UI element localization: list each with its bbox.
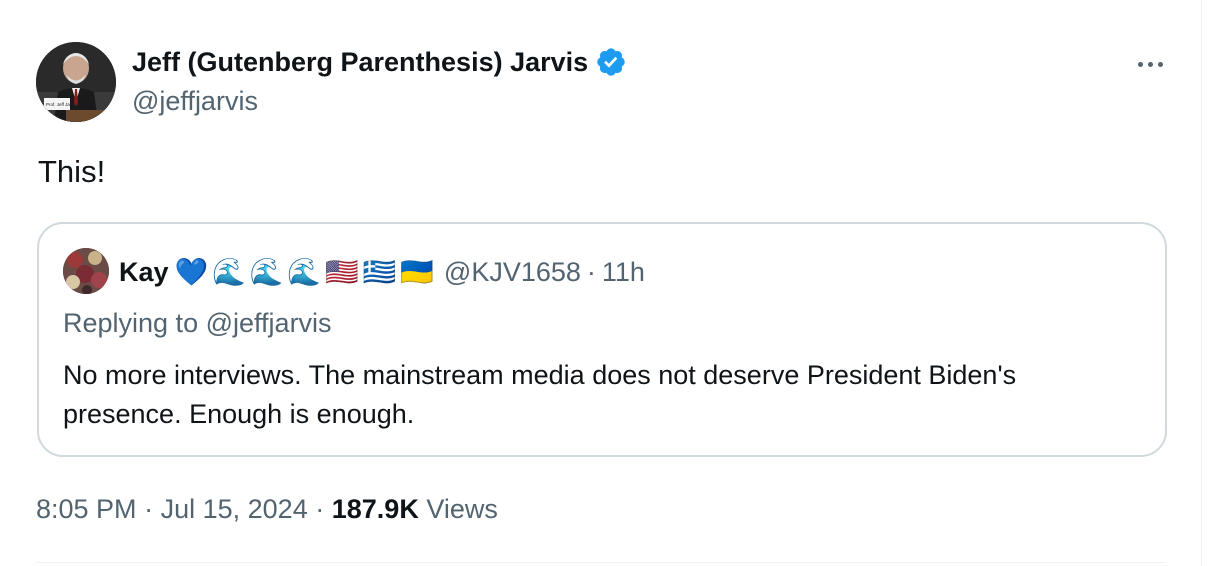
quoted-tweet[interactable]: Kay 💙 🌊 🌊 🌊 🇺🇸 🇬🇷 🇺🇦 @KJV1658 · 11h Repl… <box>37 222 1167 457</box>
wave-emoji: 🌊 <box>249 257 284 287</box>
tweet-text: This! <box>38 154 106 189</box>
quoted-header: Kay 💙 🌊 🌊 🌊 🇺🇸 🇬🇷 🇺🇦 @KJV1658 · 11h <box>119 254 645 290</box>
avatar-caption: Prof. Jeff Jarvis <box>46 102 78 107</box>
views-count: 187.9K <box>331 494 419 524</box>
blue-heart-emoji: 💙 <box>174 257 209 287</box>
wave-emoji: 🌊 <box>212 257 246 287</box>
greece-flag-emoji: 🇬🇷 <box>362 257 397 287</box>
more-horizontal-icon <box>1147 61 1153 67</box>
more-horizontal-icon <box>1157 61 1163 67</box>
replying-to-line: Replying to @jeffjarvis <box>63 308 332 339</box>
author-handle[interactable]: @jeffjarvis <box>132 86 258 117</box>
author-name-text[interactable]: Jeff (Gutenberg Parenthesis) Jarvis <box>132 47 588 78</box>
quoted-author-avatar[interactable] <box>63 248 109 294</box>
author-avatar-image: Prof. Jeff Jarvis <box>36 42 116 122</box>
verified-badge-icon <box>597 48 625 76</box>
wave-emoji: 🌊 <box>287 257 322 287</box>
ukraine-flag-emoji: 🇺🇦 <box>400 257 434 287</box>
author-avatar[interactable]: Prof. Jeff Jarvis <box>36 42 116 122</box>
quoted-text: No more interviews. The mainstream media… <box>63 360 1017 429</box>
more-options-button[interactable] <box>1130 56 1170 72</box>
replying-to-label: Replying to <box>63 308 199 338</box>
quoted-display-name[interactable]: Kay <box>119 257 169 288</box>
more-horizontal-icon <box>1137 61 1143 67</box>
quoted-handle[interactable]: @KJV1658 <box>444 257 581 288</box>
tweet-time[interactable]: 8:05 PM <box>36 494 137 524</box>
divider <box>36 562 1166 563</box>
quoted-timestamp[interactable]: 11h <box>602 257 645 288</box>
separator-dot: · <box>144 494 154 524</box>
separator-dot: · <box>315 494 325 524</box>
author-display-name[interactable]: Jeff (Gutenberg Parenthesis) Jarvis <box>132 46 627 78</box>
quoted-avatar-image <box>63 248 109 294</box>
tweet-date[interactable]: Jul 15, 2024 <box>161 494 308 524</box>
separator-dot: · <box>586 256 596 287</box>
tweet-meta: 8:05 PM · Jul 15, 2024 · 187.9K Views <box>36 494 498 525</box>
replying-to-handle[interactable]: @jeffjarvis <box>206 308 332 338</box>
tweet-card: Prof. Jeff Jarvis Jeff (Gutenberg Parent… <box>0 0 1202 566</box>
views-label: Views <box>426 494 498 524</box>
us-flag-emoji: 🇺🇸 <box>325 257 359 287</box>
